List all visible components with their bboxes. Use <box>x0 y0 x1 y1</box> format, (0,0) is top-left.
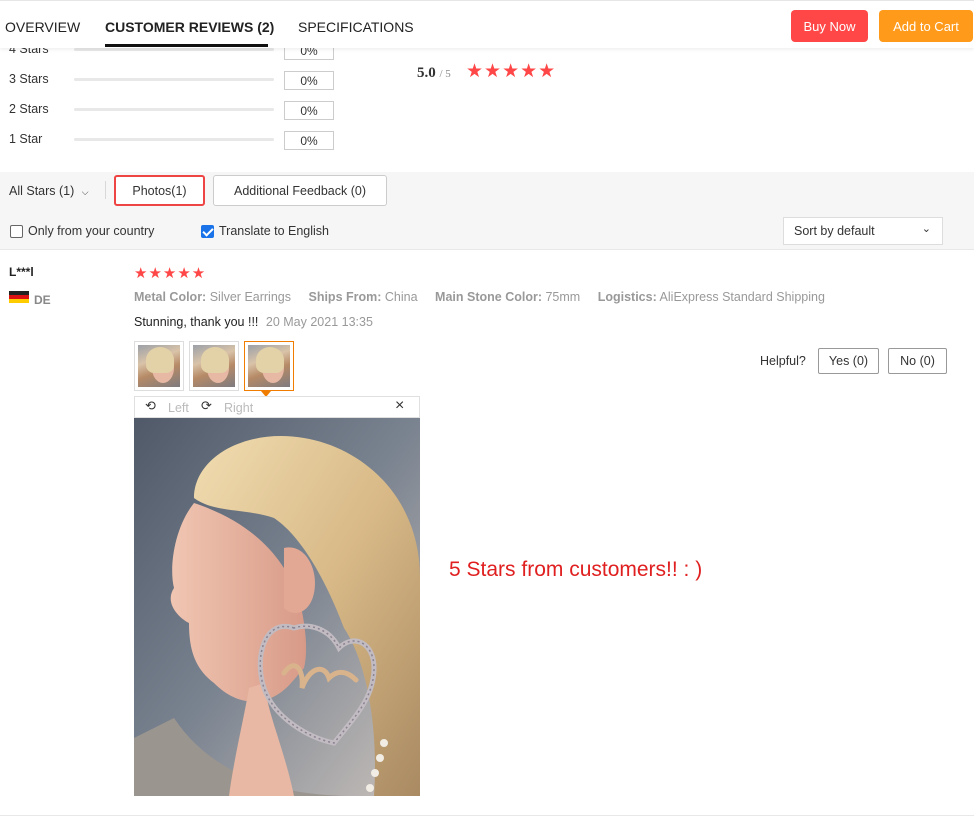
review-photo-image <box>134 418 420 796</box>
star-distribution-row: 1 Star 0% <box>8 130 338 150</box>
review-date: 20 May 2021 13:35 <box>265 315 373 329</box>
image-viewer-toolbar: ⟲ Left ⟳ Right × <box>134 396 420 418</box>
review-photo-large <box>134 418 420 796</box>
divider <box>0 815 974 816</box>
attr-key: Main Stone Color: <box>435 290 542 304</box>
attr-value: AliExpress Standard Shipping <box>659 290 825 304</box>
helpful-yes-button[interactable]: Yes (0) <box>818 348 879 374</box>
star-distribution-percent: 0% <box>284 131 334 150</box>
divider <box>105 181 106 199</box>
chevron-down-icon: ⌄ <box>921 223 931 235</box>
sort-value: Sort by default <box>794 224 875 238</box>
star-distribution-label: 3 Stars <box>9 72 49 86</box>
only-country-label: Only from your country <box>28 224 155 238</box>
overall-star-rating: ★★★★★ <box>466 61 557 82</box>
review-photo-thumbnail-selected[interactable] <box>244 341 294 391</box>
tab-customer-reviews[interactable]: CUSTOMER REVIEWS (2) <box>105 19 274 35</box>
close-icon[interactable]: × <box>395 397 404 415</box>
attr-key: Logistics: <box>597 290 657 304</box>
attr-key: Metal Color: <box>134 290 207 304</box>
score-max: / 5 <box>439 68 451 80</box>
translate-checkbox[interactable] <box>201 225 214 238</box>
active-tab-indicator <box>105 44 268 47</box>
star-distribution-bar <box>74 48 274 51</box>
review-star-rating: ★★★★★ <box>134 265 207 282</box>
rotate-right-icon[interactable]: ⟳ <box>201 398 212 414</box>
photos-filter-button[interactable]: Photos(1) <box>114 175 205 206</box>
additional-feedback-button[interactable]: Additional Feedback (0) <box>213 175 387 206</box>
star-distribution-label: 2 Stars <box>9 102 49 116</box>
star-distribution-row: 3 Stars 0% <box>8 70 338 90</box>
tab-bar: OVERVIEW CUSTOMER REVIEWS (2) SPECIFICAT… <box>0 0 974 48</box>
helpful-no-button[interactable]: No (0) <box>888 348 947 374</box>
review-text: Stunning, thank you !!! <box>134 315 259 329</box>
score-value: 5.0 <box>417 65 436 81</box>
star-distribution-bar <box>74 138 274 141</box>
buy-now-button[interactable]: Buy Now <box>791 10 868 42</box>
translate-label: Translate to English <box>219 224 330 238</box>
rotate-left-icon[interactable]: ⟲ <box>145 398 156 414</box>
rotate-left-label[interactable]: Left <box>168 401 189 415</box>
review-attributes: Metal Color: Silver Earrings Ships From:… <box>134 290 825 304</box>
star-distribution-percent: 0% <box>284 101 334 120</box>
star-distribution-percent: 0% <box>284 71 334 90</box>
review-photo-thumbnail[interactable] <box>134 341 184 391</box>
tab-overview[interactable]: OVERVIEW <box>5 19 80 35</box>
only-country-checkbox[interactable] <box>10 225 23 238</box>
all-stars-label: All Stars (1) <box>9 184 75 198</box>
add-to-cart-button[interactable]: Add to Cart <box>879 10 973 42</box>
all-stars-dropdown[interactable]: All Stars (1) ⌵ <box>9 184 89 198</box>
star-distribution-bar <box>74 108 274 111</box>
review-photo-thumbnail[interactable] <box>189 341 239 391</box>
attr-value: 75mm <box>545 290 581 304</box>
sort-select[interactable]: Sort by default ⌄ <box>783 217 943 245</box>
star-distribution-bar <box>74 78 274 81</box>
tab-specifications[interactable]: SPECIFICATIONS <box>298 19 414 35</box>
germany-flag-icon <box>9 291 29 303</box>
helpful-label: Helpful? <box>760 354 806 368</box>
attr-value: Silver Earrings <box>209 290 291 304</box>
overall-score: 5.0 / 5 <box>417 65 451 82</box>
attr-key: Ships From: <box>308 290 382 304</box>
review-body: Stunning, thank you !!! 20 May 2021 13:3… <box>134 315 373 329</box>
attr-value: China <box>384 290 418 304</box>
reviewer-name: L***l <box>9 265 34 279</box>
chevron-down-icon: ⌵ <box>81 187 89 197</box>
star-distribution-label: 1 Star <box>9 132 43 146</box>
star-distribution-row: 2 Stars 0% <box>8 100 338 120</box>
reviewer-country: DE <box>34 293 51 307</box>
caption-text: 5 Stars from customers!! : ) <box>449 558 703 581</box>
rotate-right-label[interactable]: Right <box>224 401 253 415</box>
